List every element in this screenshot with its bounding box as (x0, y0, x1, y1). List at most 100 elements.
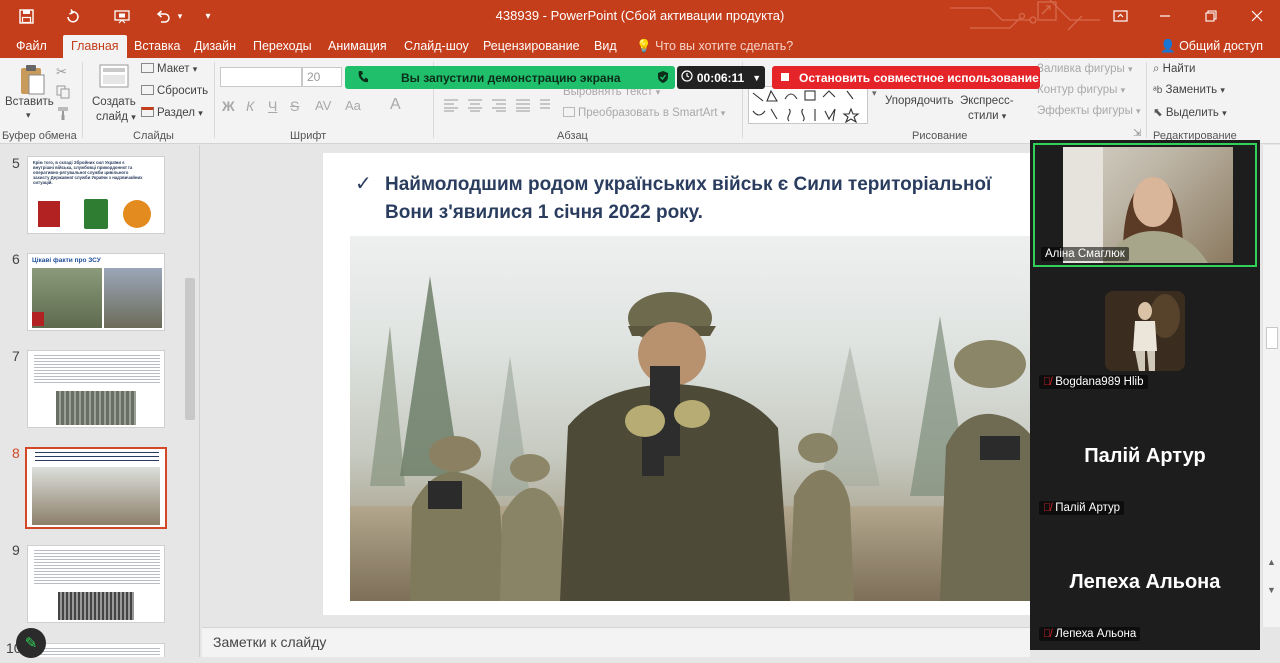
bold-button[interactable]: Ж (222, 98, 235, 114)
participant-name: 🎙̸ Палій Артур (1039, 501, 1125, 515)
quick-styles-label-1[interactable]: Экспресс- (960, 95, 1014, 107)
thumbnail-scrollbar-thumb[interactable] (185, 278, 195, 420)
ribbon-options-icon[interactable] (1097, 0, 1143, 32)
reset-button[interactable]: Сбросить (141, 85, 208, 97)
slide-thumbnail-5[interactable]: Крім того, в складі Збройних сил України… (27, 156, 165, 234)
checkmark-icon: ✓ (355, 173, 372, 195)
tab-design[interactable]: Дизайн (186, 35, 244, 58)
participant-name: Аліна Смаглюк (1041, 247, 1129, 261)
drawing-launcher-icon[interactable]: ⇲ (1133, 128, 1141, 139)
participant-avatar (1105, 291, 1185, 371)
tab-slideshow[interactable]: Слайд-шоу (396, 35, 477, 58)
shapes-more-icon[interactable]: ▾ (872, 88, 877, 99)
notes-pane[interactable]: Заметки к слайду (202, 627, 1030, 657)
divider (82, 62, 83, 138)
annotate-pencil-icon[interactable]: ✎ (16, 628, 46, 658)
soldiers-photo[interactable] (350, 236, 1030, 601)
layout-icon (141, 63, 154, 73)
slide-scrollbar[interactable]: ▲ ▼ (1262, 145, 1280, 627)
tell-me-box[interactable]: 💡 Что вы хотите сделать? (636, 35, 793, 58)
tab-view[interactable]: Вид (586, 35, 625, 58)
tab-review[interactable]: Рецензирование (475, 35, 588, 58)
slide-thumbnail-6[interactable]: Цікаві факти про ЗСУ (27, 253, 165, 331)
slide-number: 8 (12, 445, 20, 461)
cut-icon[interactable]: ✂ (56, 64, 70, 79)
arrange-label[interactable]: Упорядочить (885, 95, 953, 107)
title-bar: ▾ ▾ 438939 - PowerPoint (Сбой активации … (0, 0, 1280, 32)
alignment-icons[interactable] (442, 98, 552, 112)
clipboard-group-label: Буфер обмена (2, 130, 77, 142)
next-slide-icon[interactable]: ▼ (1267, 585, 1276, 595)
layout-button[interactable]: Макет ▾ (141, 63, 197, 75)
shield-icon (657, 70, 669, 87)
share-banner-text: Вы запустили демонстрацию экрана (401, 71, 621, 85)
shapes-gallery[interactable] (748, 86, 868, 124)
convert-smartart-button[interactable]: Преобразовать в SmartArt ▾ (563, 107, 725, 119)
font-color-icon[interactable]: A (390, 96, 401, 114)
slide-number: 9 (12, 542, 20, 558)
divider (1146, 62, 1147, 138)
magnifier-icon: ⌕ (1153, 63, 1160, 75)
shape-effects-button[interactable]: Эффекты фигуры ▾ (1037, 105, 1141, 117)
paste-dropdown-icon[interactable]: ▾ (26, 110, 31, 121)
format-painter-icon[interactable] (56, 106, 70, 120)
slide-bullet-text[interactable]: Наймолодшим родом українських військ є С… (385, 171, 1030, 227)
share-timer[interactable]: 00:06:11 ▼ (677, 66, 765, 89)
shape-fill-button[interactable]: Заливка фигуры ▾ (1037, 63, 1133, 75)
clock-icon (681, 70, 693, 85)
participant-tile[interactable]: Палій Артур 🎙̸ Палій Артур (1033, 395, 1257, 519)
status-bar (0, 657, 1280, 663)
current-slide[interactable]: ✓ Наймолодшим родом українських військ є… (323, 153, 1030, 615)
find-button[interactable]: ⌕ Найти (1153, 63, 1195, 76)
slide-scrollbar-thumb[interactable] (1266, 327, 1278, 349)
share-label: Общий доступ (1179, 39, 1264, 53)
tab-transitions[interactable]: Переходы (245, 35, 320, 58)
notes-placeholder: Заметки к слайду (213, 634, 327, 650)
slide-thumbnail-7[interactable] (27, 350, 165, 428)
tab-animation[interactable]: Анимация (320, 35, 395, 58)
spacing-icon[interactable]: AV (315, 98, 331, 113)
tell-me-text: Что вы хотите сделать? (655, 39, 794, 53)
photo-thumb (56, 391, 136, 425)
slide-thumbnails-panel: 5 Крім того, в складі Збройних сил Украї… (0, 145, 200, 663)
tab-file[interactable]: Файл (8, 35, 55, 58)
minimize-icon[interactable] (1142, 0, 1188, 32)
photo-thumb (58, 592, 134, 620)
change-case-icon[interactable]: Aa (345, 98, 361, 113)
prev-slide-icon[interactable]: ▲ (1267, 557, 1276, 567)
quick-styles-label-2[interactable]: стили ▾ (968, 110, 1006, 122)
section-button[interactable]: Раздел ▾ (141, 107, 203, 119)
participant-name: 🎙̸ Bogdana989 Hlib (1039, 375, 1148, 389)
replace-button[interactable]: ᵃb Заменить ▾ (1153, 84, 1225, 96)
restore-icon[interactable] (1188, 0, 1234, 32)
paste-icon[interactable] (18, 64, 46, 96)
slide-thumbnail-8-selected[interactable] (25, 447, 167, 529)
participant-display-name: Палій Артур (1084, 445, 1206, 467)
copy-icon[interactable] (56, 85, 70, 99)
participant-tile-active[interactable]: Аліна Смаглюк (1033, 143, 1257, 267)
italic-button[interactable]: К (246, 98, 254, 114)
font-size-input[interactable]: 20 (302, 67, 342, 87)
new-slide-icon[interactable] (99, 64, 129, 90)
stop-sharing-button[interactable]: Остановить совместное использование (772, 66, 1040, 89)
participant-tile[interactable]: Лепеха Альона 🎙̸ Лепеха Альона (1033, 521, 1257, 645)
share-button[interactable]: 👤 Общий доступ (1160, 35, 1263, 58)
select-button[interactable]: ⬉ Выделить ▾ (1153, 105, 1227, 119)
avatar-photo (1105, 291, 1185, 371)
strikethrough-icon[interactable]: S (290, 98, 299, 114)
new-slide-label-1[interactable]: Создать (92, 96, 136, 108)
tab-home[interactable]: Главная (63, 35, 127, 58)
slide-thumbnail-9[interactable] (27, 545, 165, 623)
close-icon[interactable] (1234, 0, 1280, 32)
new-slide-label-2[interactable]: слайд ▾ (96, 111, 136, 123)
shape-outline-button[interactable]: Контур фигуры ▾ (1037, 84, 1125, 96)
underline-button[interactable]: Ч (268, 98, 277, 114)
font-name-input[interactable] (220, 67, 302, 87)
muted-mic-icon: 🎙̸ (1043, 502, 1052, 514)
paste-label[interactable]: Вставить (5, 96, 54, 108)
thumb-title: Цікаві факти про ЗСУ (32, 257, 101, 264)
muted-mic-icon: 🎙̸ (1043, 628, 1052, 640)
timer-value: 00:06:11 (696, 70, 745, 85)
tab-insert[interactable]: Вставка (126, 35, 188, 58)
participant-tile[interactable]: 🎙̸ Bogdana989 Hlib (1033, 269, 1257, 393)
